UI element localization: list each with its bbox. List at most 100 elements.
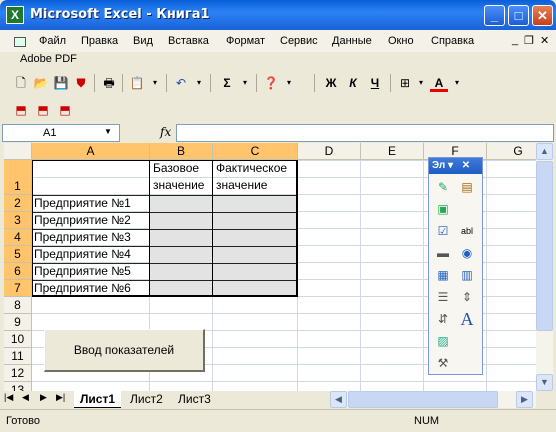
- pdf-email-icon[interactable]: ⬒: [34, 101, 52, 119]
- menu-data[interactable]: Данные: [332, 35, 372, 47]
- adobe-pdf-menu[interactable]: Adobe PDF: [20, 53, 77, 65]
- cell-a5[interactable]: Предприятие №4: [34, 246, 131, 263]
- row-header[interactable]: 8: [4, 297, 32, 314]
- chevron-down-icon[interactable]: ▾: [146, 74, 164, 92]
- column-header-e[interactable]: E: [361, 143, 424, 160]
- menu-window[interactable]: Окно: [388, 35, 414, 47]
- horizontal-scrollbar[interactable]: ◀ ▶: [330, 391, 536, 408]
- name-box[interactable]: A1: [2, 124, 120, 142]
- select-all-corner[interactable]: [4, 143, 32, 160]
- row-header[interactable]: 3: [4, 212, 32, 229]
- scroll-thumb[interactable]: [536, 161, 553, 331]
- last-sheet-icon[interactable]: ▶|: [56, 392, 65, 403]
- cell-b1[interactable]: Базовое значение: [153, 160, 204, 194]
- group-box-icon[interactable]: ▣: [433, 199, 453, 219]
- textbox-a-icon[interactable]: A: [457, 309, 477, 329]
- spinner-icon[interactable]: ⇕: [457, 287, 477, 307]
- forms-toolbar-title[interactable]: Эл ▾ ✕: [429, 158, 482, 174]
- scroll-down-icon[interactable]: ▼: [536, 374, 553, 391]
- menu-file[interactable]: Файл: [39, 35, 66, 47]
- scroll-left-icon[interactable]: ◀: [330, 391, 347, 408]
- cell-a4[interactable]: Предприятие №3: [34, 229, 131, 246]
- edit-box-icon[interactable]: ▤: [457, 177, 477, 197]
- tab-sheet3[interactable]: Лист3: [172, 391, 217, 408]
- formula-input[interactable]: [176, 124, 554, 142]
- first-sheet-icon[interactable]: |◀: [4, 392, 13, 403]
- vertical-scrollbar[interactable]: ▲ ▼: [536, 143, 553, 391]
- row-header[interactable]: 4: [4, 229, 32, 246]
- cell-a2[interactable]: Предприятие №1: [34, 195, 131, 212]
- cell-a7[interactable]: Предприятие №6: [34, 280, 131, 297]
- listbox-icon[interactable]: abl: [457, 221, 477, 241]
- label-icon[interactable]: ✎: [433, 177, 453, 197]
- menu-edit[interactable]: Правка: [81, 35, 118, 47]
- doc-restore-button[interactable]: ❐: [524, 34, 534, 47]
- minimize-button[interactable]: _: [484, 5, 505, 26]
- row-header[interactable]: 7: [4, 280, 32, 297]
- bold-button[interactable]: Ж: [322, 74, 340, 92]
- properties-icon[interactable]: ⚒: [433, 353, 453, 373]
- cell-c1[interactable]: Фактическое значение: [216, 160, 287, 194]
- doc-minimize-button[interactable]: _: [512, 34, 518, 46]
- row-header[interactable]: 2: [4, 195, 32, 212]
- menu-view[interactable]: Вид: [133, 35, 153, 47]
- menu-format[interactable]: Формат: [226, 35, 265, 47]
- chevron-down-icon[interactable]: ▾: [280, 74, 298, 92]
- chevron-down-icon[interactable]: ▾: [236, 74, 254, 92]
- paste-icon[interactable]: 📋: [128, 74, 146, 92]
- autosum-icon[interactable]: Σ: [218, 74, 236, 92]
- menu-tools[interactable]: Сервис: [280, 35, 318, 47]
- new-icon[interactable]: 🗋: [12, 74, 30, 92]
- scroll-right-icon[interactable]: ▶: [516, 391, 533, 408]
- doc-close-button[interactable]: ✕: [540, 34, 549, 47]
- image-icon[interactable]: ▨: [433, 331, 453, 351]
- underline-button[interactable]: Ч: [366, 74, 384, 92]
- combo-box-icon[interactable]: ▥: [457, 265, 477, 285]
- menu-help[interactable]: Справка: [431, 35, 474, 47]
- undo-icon[interactable]: ↶: [172, 74, 190, 92]
- row-header[interactable]: 1: [4, 160, 32, 195]
- tab-order-icon[interactable]: ⇵: [433, 309, 453, 329]
- row-header[interactable]: 11: [4, 348, 32, 365]
- button-icon[interactable]: ▬: [433, 243, 453, 263]
- permission-icon[interactable]: ⛊: [72, 74, 90, 92]
- tab-sheet1[interactable]: Лист1: [74, 391, 122, 408]
- hscroll-thumb[interactable]: [348, 391, 498, 408]
- open-icon[interactable]: 📂: [32, 74, 50, 92]
- input-indicators-button[interactable]: Ввод показателей: [44, 329, 205, 372]
- scroll-up-icon[interactable]: ▲: [536, 143, 553, 160]
- list-box-icon[interactable]: ▦: [433, 265, 453, 285]
- row-header[interactable]: 10: [4, 331, 32, 348]
- menu-insert[interactable]: Вставка: [168, 35, 209, 47]
- column-header-g[interactable]: G: [487, 143, 536, 160]
- row-header[interactable]: 5: [4, 246, 32, 263]
- italic-button[interactable]: К: [344, 74, 362, 92]
- fx-icon[interactable]: fx: [160, 125, 171, 139]
- column-header-a[interactable]: A: [32, 143, 150, 160]
- next-sheet-icon[interactable]: ▶: [40, 392, 47, 403]
- cell-a3[interactable]: Предприятие №2: [34, 212, 131, 229]
- checkbox-icon[interactable]: ☑: [433, 221, 453, 241]
- tab-sheet2[interactable]: Лист2: [124, 391, 169, 408]
- chevron-down-icon[interactable]: ▼: [104, 127, 112, 136]
- maximize-button[interactable]: □: [508, 5, 529, 26]
- close-button[interactable]: ✕: [532, 5, 553, 26]
- pdf-convert-icon[interactable]: ⬒: [12, 101, 30, 119]
- chevron-down-icon[interactable]: ▾: [448, 74, 466, 92]
- chevron-down-icon[interactable]: ▾: [412, 74, 430, 92]
- prev-sheet-icon[interactable]: ◀: [22, 392, 29, 403]
- row-header[interactable]: 6: [4, 263, 32, 280]
- row-header[interactable]: 13: [4, 382, 32, 391]
- option-button-icon[interactable]: ◉: [457, 243, 477, 263]
- print-icon[interactable]: 🖶: [100, 74, 118, 92]
- save-icon[interactable]: 💾: [52, 74, 70, 92]
- column-header-c[interactable]: C: [213, 143, 298, 160]
- column-header-d[interactable]: D: [298, 143, 361, 160]
- row-header[interactable]: 9: [4, 314, 32, 331]
- font-color-icon[interactable]: A: [430, 74, 448, 92]
- scrollbar-icon[interactable]: ☰: [433, 287, 453, 307]
- help-icon[interactable]: ❓: [262, 74, 280, 92]
- cell-a6[interactable]: Предприятие №5: [34, 263, 131, 280]
- chevron-down-icon[interactable]: ▾: [190, 74, 208, 92]
- column-header-b[interactable]: B: [150, 143, 213, 160]
